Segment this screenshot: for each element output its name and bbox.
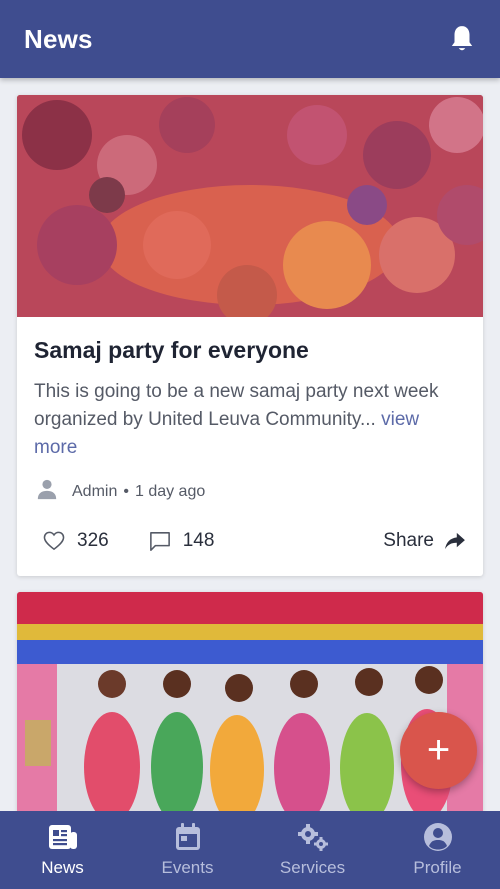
- nav-label-profile: Profile: [413, 858, 462, 877]
- bottom-nav: News Events Services Profile: [0, 811, 500, 889]
- post-meta: Admin • 1 day ago: [34, 478, 466, 505]
- nav-label-events: Events: [161, 858, 214, 877]
- nav-item-services[interactable]: Services: [250, 811, 375, 889]
- news-feed[interactable]: Samaj party for everyone This is going t…: [0, 78, 500, 811]
- nav-label-news: News: [41, 858, 84, 877]
- share-arrow-icon: [445, 532, 465, 550]
- meta-separator: •: [123, 482, 129, 500]
- page-title: News: [24, 23, 93, 54]
- news-card[interactable]: Samaj party for everyone This is going t…: [17, 95, 483, 576]
- nav-item-profile[interactable]: Profile: [375, 811, 500, 889]
- gears-icon: [297, 822, 329, 852]
- post-actions: 326 148 Share: [17, 530, 483, 552]
- nav-item-news[interactable]: News: [0, 811, 125, 889]
- plus-icon: +: [426, 728, 451, 772]
- share-label: Share: [383, 530, 434, 551]
- like-button[interactable]: 326: [43, 530, 109, 552]
- like-count: 326: [77, 530, 109, 551]
- post-title[interactable]: Samaj party for everyone: [34, 337, 466, 364]
- share-button[interactable]: Share: [383, 530, 466, 552]
- comment-icon: [149, 531, 170, 551]
- news-icon: [48, 822, 78, 852]
- comment-button[interactable]: 148: [149, 530, 215, 552]
- post-image: [17, 95, 483, 317]
- post-excerpt: This is going to be a new samaj party ne…: [34, 378, 466, 462]
- nav-item-events[interactable]: Events: [125, 811, 250, 889]
- heart-icon: [43, 531, 65, 551]
- app-bar: News: [0, 0, 500, 78]
- add-post-button[interactable]: +: [400, 712, 477, 789]
- post-time: 1 day ago: [134, 482, 206, 500]
- profile-icon: [423, 822, 453, 852]
- calendar-icon: [175, 822, 201, 852]
- comment-count: 148: [182, 530, 215, 551]
- post-author: Admin: [72, 482, 118, 500]
- nav-label-services: Services: [279, 858, 346, 877]
- person-icon: [36, 478, 58, 505]
- bell-icon[interactable]: [448, 24, 476, 54]
- post-excerpt-text: This is going to be a new samaj party ne…: [34, 381, 439, 430]
